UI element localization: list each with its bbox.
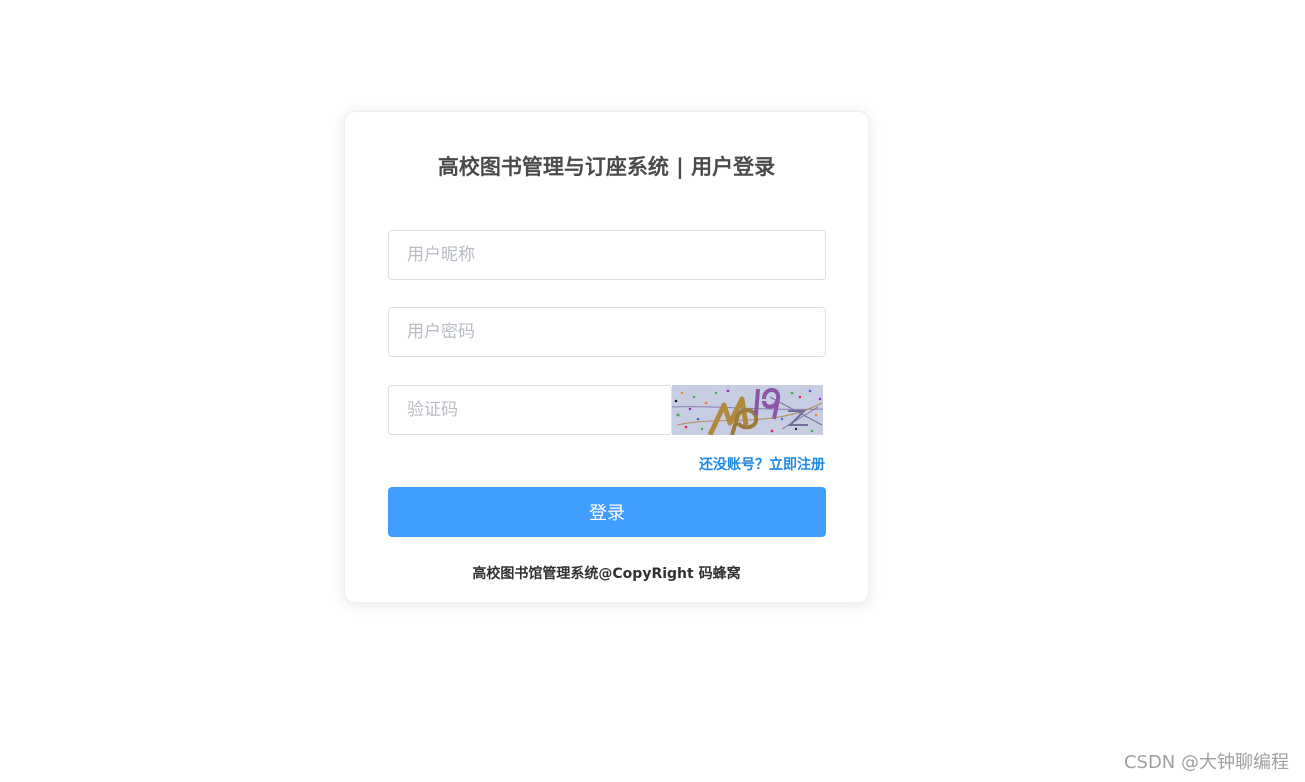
login-card: 高校图书管理与订座系统 | 用户登录 用户昵称 验证码 还没账号？立即注册 登录… <box>344 111 869 603</box>
csdn-watermark: CSDN @大钟聊编程 <box>1123 752 1289 773</box>
login-page: 高校图书管理与订座系统 | 用户登录 用户昵称 验证码 还没账号？立即注册 登录… <box>0 0 1305 782</box>
login-title: 高校图书管理与订座系统 | 用户登录 <box>437 155 776 179</box>
copyright-text: 高校图书馆管理系统@CopyRight 码蜂窝 <box>472 566 741 582</box>
password-field[interactable] <box>388 307 826 357</box>
captcha-graphic <box>672 388 823 435</box>
login-button[interactable]: 登录 <box>388 487 826 537</box>
captcha-image[interactable] <box>672 385 823 435</box>
password-input[interactable] <box>389 308 825 356</box>
captcha-input[interactable] <box>389 386 671 434</box>
username-field[interactable] <box>388 230 826 280</box>
register-link[interactable]: 还没账号？立即注册 <box>699 455 825 475</box>
username-input[interactable] <box>389 231 825 279</box>
captcha-field[interactable] <box>388 385 672 435</box>
